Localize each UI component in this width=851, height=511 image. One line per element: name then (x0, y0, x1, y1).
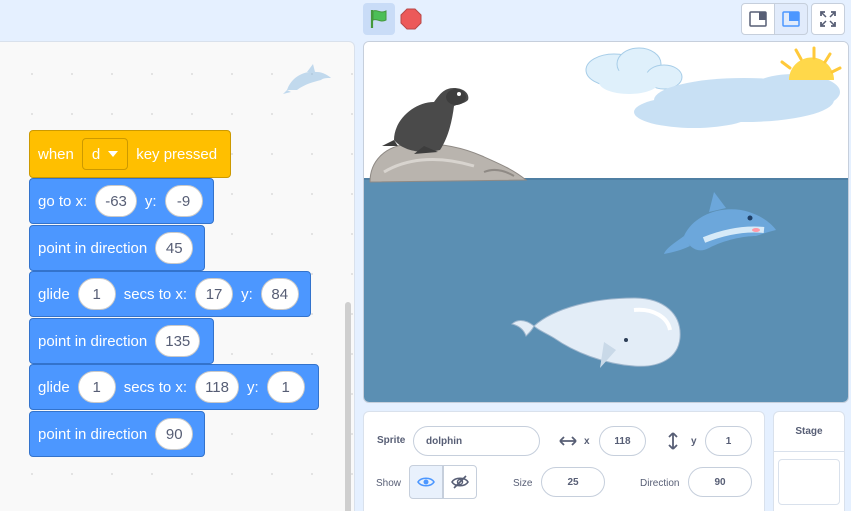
y-input[interactable]: -9 (164, 185, 203, 217)
y-input[interactable]: 84 (260, 278, 299, 310)
direction-input[interactable]: 45 (155, 232, 194, 264)
glide-block[interactable]: glide 1 secs to x: 118 y: 1 (29, 364, 319, 410)
block-label: glide (38, 285, 70, 303)
direction-label: Direction (640, 478, 680, 489)
go-to-xy-block[interactable]: go to x: -63 y: -9 (29, 178, 214, 224)
y-label: y (691, 436, 697, 447)
block-label: point in direction (38, 332, 148, 350)
when-key-pressed-block[interactable]: when d key pressed (29, 130, 231, 178)
fullscreen-icon (820, 11, 836, 27)
block-label: go to x: (38, 192, 88, 210)
hide-sprite-button[interactable] (443, 465, 477, 499)
block-label: key pressed (136, 145, 218, 163)
block-label: y: (144, 192, 157, 210)
direction-field[interactable]: 90 (688, 467, 752, 497)
sprite-info-panel: Sprite dolphin x 118 y 1 Show Size 25 Di… (363, 411, 765, 511)
point-in-direction-block[interactable]: point in direction 135 (29, 318, 214, 364)
stop-icon (400, 8, 422, 30)
green-flag-icon (370, 10, 387, 28)
show-sprite-button[interactable] (409, 465, 443, 499)
secs-input[interactable]: 1 (77, 278, 116, 310)
y-input[interactable]: 1 (266, 371, 305, 403)
block-label: y: (246, 378, 259, 396)
green-flag-button[interactable] (363, 3, 395, 35)
key-dropdown[interactable]: d (81, 138, 129, 170)
small-stage-icon (749, 11, 767, 27)
chevron-down-icon (108, 151, 119, 157)
x-input[interactable]: -63 (95, 185, 137, 217)
block-label: when (38, 145, 74, 163)
point-in-direction-block[interactable]: point in direction 45 (29, 225, 205, 271)
stage-title: Stage (774, 412, 844, 452)
eye-off-icon (451, 475, 469, 489)
sprite-label: Sprite (377, 435, 406, 446)
x-arrows-icon (559, 436, 577, 446)
direction-input[interactable]: 135 (155, 325, 201, 357)
normal-stage-icon (782, 11, 800, 27)
size-field[interactable]: 25 (541, 467, 605, 497)
eye-icon (417, 477, 435, 487)
block-label: secs to x: (123, 378, 188, 396)
size-label: Size (513, 478, 533, 489)
key-value: d (91, 145, 101, 163)
small-stage-button[interactable] (741, 3, 775, 35)
block-label: point in direction (38, 239, 148, 257)
y-arrows-icon (668, 432, 678, 450)
x-label: x (584, 436, 590, 447)
stage-scene (364, 42, 848, 402)
point-in-direction-block[interactable]: point in direction 90 (29, 411, 205, 457)
stage-selector-panel[interactable]: Stage (773, 411, 845, 511)
y-position-field[interactable]: 1 (705, 426, 752, 456)
block-label: secs to x: (123, 285, 188, 303)
code-area[interactable]: when d key pressed go to x: -63 y: -9 po… (0, 41, 355, 511)
block-label: glide (38, 378, 70, 396)
code-scrollbar[interactable] (345, 302, 351, 511)
top-bar (0, 0, 851, 40)
stage-thumbnail[interactable] (778, 459, 840, 505)
block-label: y: (241, 285, 253, 303)
x-input[interactable]: 17 (195, 278, 234, 310)
dolphin-sprite-thumbnail (283, 64, 331, 94)
sprite-name-field[interactable]: dolphin (413, 426, 540, 456)
x-input[interactable]: 118 (195, 371, 239, 403)
show-label: Show (376, 478, 402, 489)
normal-stage-button[interactable] (774, 3, 808, 35)
direction-input[interactable]: 90 (155, 418, 194, 450)
stop-button[interactable] (397, 3, 425, 35)
fullscreen-button[interactable] (811, 3, 845, 35)
x-position-field[interactable]: 118 (599, 426, 646, 456)
glide-block[interactable]: glide 1 secs to x: 17 y: 84 (29, 271, 311, 317)
stage[interactable] (363, 41, 849, 403)
block-label: point in direction (38, 425, 148, 443)
secs-input[interactable]: 1 (77, 371, 116, 403)
